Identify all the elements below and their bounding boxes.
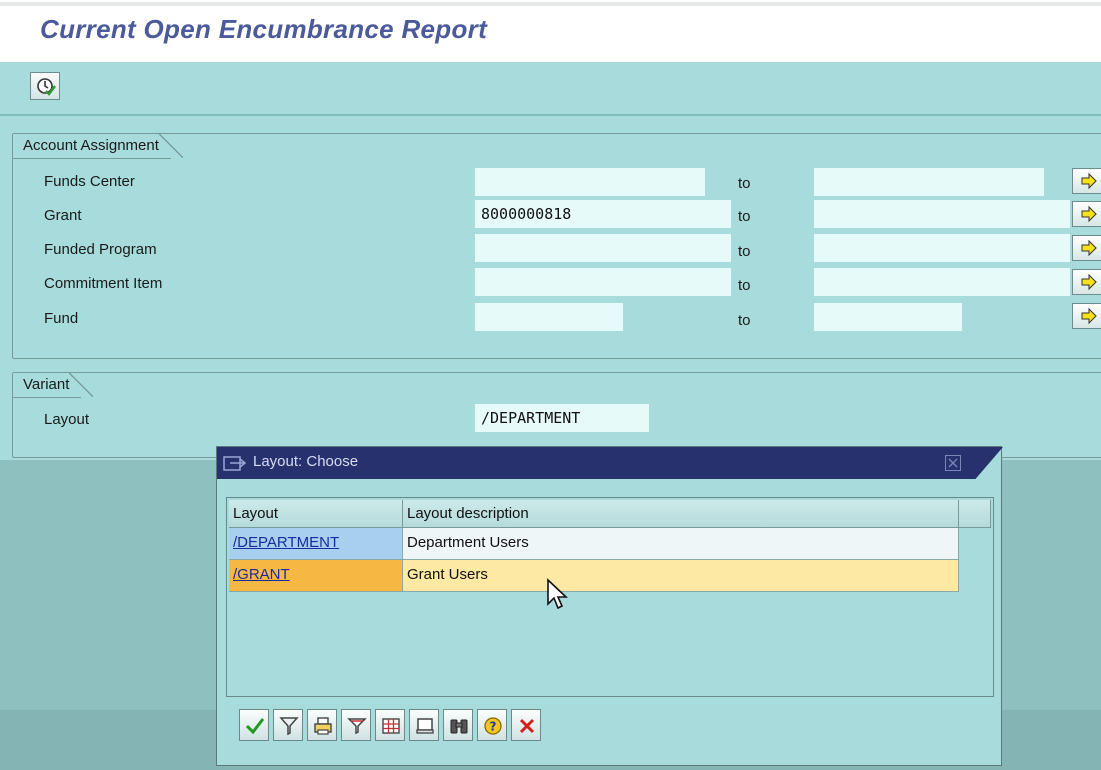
sort-icon [347, 718, 367, 735]
layout-grid-button[interactable] [375, 709, 405, 741]
arrow-right-icon [1081, 273, 1097, 291]
print-icon [314, 717, 332, 735]
column-header-layout-description[interactable]: Layout description [403, 500, 959, 528]
variant-title: Variant [13, 373, 94, 398]
layout-key-link[interactable]: /DEPARTMENT [229, 528, 403, 560]
clock-execute-icon [37, 78, 56, 96]
fund-multiple-selection-button[interactable] [1072, 303, 1101, 329]
svg-text:?: ? [490, 720, 497, 734]
list-header: Layout Layout description [229, 500, 991, 528]
funded-program-from-input[interactable] [475, 234, 731, 262]
column-header-layout[interactable]: Layout [229, 500, 403, 528]
funds-center-to-input[interactable] [814, 168, 1044, 196]
account-assignment-title: Account Assignment [13, 134, 183, 159]
mouse-pointer-icon [547, 578, 569, 610]
top-divider [0, 2, 1101, 6]
layout-key-link[interactable]: /GRANT [229, 560, 403, 592]
filter-button[interactable] [273, 709, 303, 741]
funded-program-to-label: to [738, 243, 751, 260]
commitment-item-to-input[interactable] [814, 268, 1070, 296]
layout-list: Layout Layout description /DEPARTMENT De… [226, 497, 994, 697]
layout-description-cell[interactable]: Department Users [403, 528, 959, 560]
cancel-button[interactable] [511, 709, 541, 741]
funds-center-from-input[interactable] [475, 168, 705, 196]
cancel-icon [519, 718, 535, 734]
fund-label: Fund [44, 310, 79, 327]
find-icon [450, 719, 468, 734]
grant-to-input[interactable] [814, 200, 1070, 228]
column-header-filler [959, 500, 991, 528]
check-icon [245, 718, 265, 735]
funded-program-label: Funded Program [44, 241, 157, 258]
layout-input[interactable]: /DEPARTMENT [475, 404, 649, 432]
sort-button[interactable] [341, 709, 371, 741]
dialog-window-icon [223, 456, 247, 471]
commitment-item-label: Commitment Item [44, 275, 163, 292]
close-icon [948, 458, 958, 468]
page-view-button[interactable] [409, 709, 439, 741]
commitment-item-to-label: to [738, 277, 751, 294]
fund-from-input[interactable] [475, 303, 623, 331]
layout-description-cell[interactable]: Grant Users [403, 560, 959, 592]
layout-label: Layout [44, 411, 90, 428]
application-toolbar [0, 62, 1101, 116]
table-row-selected[interactable]: /GRANT Grant Users [229, 560, 963, 592]
funded-program-multiple-selection-button[interactable] [1072, 235, 1101, 261]
grant-to-label: to [738, 208, 751, 225]
funds-center-multiple-selection-button[interactable] [1072, 168, 1101, 194]
confirm-button[interactable] [239, 709, 269, 741]
arrow-right-icon [1081, 239, 1097, 257]
dialog-title: Layout: Choose [253, 453, 359, 470]
grant-multiple-selection-button[interactable] [1072, 201, 1101, 227]
grant-from-input[interactable]: 8000000818 [475, 200, 731, 228]
fund-to-label: to [738, 312, 751, 329]
table-row[interactable]: /DEPARTMENT Department Users [229, 528, 963, 560]
page-icon [416, 718, 434, 734]
funded-program-to-input[interactable] [814, 234, 1070, 262]
funds-center-label: Funds Center [44, 173, 135, 190]
dialog-header: Layout: Choose [217, 447, 1003, 479]
execute-button[interactable] [30, 72, 60, 100]
print-button[interactable] [307, 709, 337, 741]
title-bar: Current Open Encumbrance Report [0, 0, 1101, 62]
funds-center-to-label: to [738, 175, 751, 192]
layout-choose-dialog: Layout: Choose Layout Layout description… [216, 446, 1003, 766]
commitment-item-from-input[interactable] [475, 268, 731, 296]
help-icon: ? [484, 717, 502, 735]
fund-to-input[interactable] [814, 303, 962, 331]
help-button[interactable]: ? [477, 709, 507, 741]
arrow-right-icon [1081, 307, 1097, 325]
page-title: Current Open Encumbrance Report [40, 14, 488, 44]
arrow-right-icon [1081, 172, 1097, 190]
arrow-right-icon [1081, 205, 1097, 223]
grid-icon [382, 718, 400, 734]
filter-icon [279, 717, 299, 736]
dialog-close-button[interactable] [945, 455, 961, 471]
commitment-item-multiple-selection-button[interactable] [1072, 269, 1101, 295]
find-button[interactable] [443, 709, 473, 741]
grant-label: Grant [44, 207, 82, 224]
